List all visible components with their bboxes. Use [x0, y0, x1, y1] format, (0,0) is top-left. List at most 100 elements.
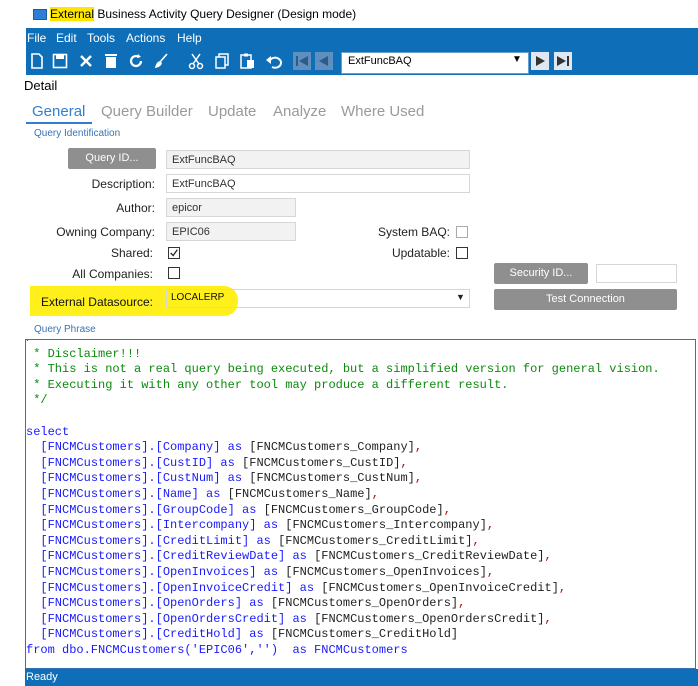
system-baq-label: System BAQ:	[377, 225, 450, 239]
window-title-highlight: External	[50, 7, 95, 21]
last-record-icon[interactable]	[554, 52, 572, 70]
tab-update[interactable]: Update	[208, 103, 256, 120]
code-line: [FNCMCustomers].[CreditHold] as [FNCMCus…	[26, 627, 458, 641]
code-column: [FNCMCustomers].[CreditHold]	[40, 627, 243, 642]
code-column: [FNCMCustomers].[Intercompany]	[40, 518, 257, 533]
code-keyword: as	[242, 596, 271, 611]
window-title: External Business Activity Query Designe…	[50, 7, 356, 21]
code-comma: ,	[486, 564, 495, 579]
code-line: [FNCMCustomers].[CreditReviewDate] as [F…	[26, 549, 551, 564]
external-datasource-label: External Datasource:	[40, 295, 153, 309]
app-icon	[33, 9, 47, 20]
first-record-icon[interactable]	[293, 52, 311, 70]
query-id-button[interactable]: Query ID...	[68, 148, 156, 169]
updatable-checkbox[interactable]	[456, 247, 468, 259]
security-id-button[interactable]: Security ID...	[494, 263, 588, 284]
menu-edit[interactable]: Edit	[56, 31, 77, 45]
code-alias: [FNCMCustomers_GroupCode]	[263, 502, 444, 517]
query-phrase-editor[interactable]: /* * Disclaimer!!! * This is not a real …	[25, 339, 696, 669]
description-field[interactable]: ExtFuncBAQ	[166, 174, 470, 193]
code-line: [FNCMCustomers].[CustID] as [FNCMCustome…	[26, 455, 408, 470]
clear-icon[interactable]	[102, 52, 120, 70]
panel-title: Detail	[24, 78, 58, 93]
code-comma: ,	[486, 518, 495, 533]
code-alias: [FNCMCustomers_OpenOrders]	[270, 596, 459, 611]
new-icon[interactable]	[28, 52, 46, 70]
code-column: [FNCMCustomers].[Company]	[40, 440, 221, 455]
paste-icon[interactable]	[238, 52, 256, 70]
code-keyword: as	[213, 455, 243, 470]
menu-tools[interactable]: Tools	[87, 31, 115, 45]
owning-company-label: Owning Company:	[56, 225, 155, 239]
section-query-phrase: Query Phrase	[34, 324, 96, 335]
menu-actions[interactable]: Actions	[126, 31, 165, 45]
code-column: [FNCMCustomers].[OpenInvoices]	[40, 564, 257, 579]
code-line: [FNCMCustomers].[Name] as [FNCMCustomers…	[26, 486, 379, 501]
code-alias: [FNCMCustomers_CreditReviewDate]	[314, 549, 545, 564]
code-comma: ,	[472, 533, 480, 548]
code-comment: * This is not a real query being execute…	[26, 362, 660, 377]
refresh-icon[interactable]	[127, 52, 145, 70]
record-navigator-value: ExtFuncBAQ	[348, 55, 412, 67]
active-tab-indicator	[26, 122, 92, 124]
code-column: [FNCMCustomers].[CustID]	[40, 455, 214, 470]
code-comma: ,	[371, 486, 379, 501]
code-alias: [FNCMCustomers_CreditLimit]	[278, 533, 473, 548]
author-label: Author:	[116, 201, 155, 215]
external-datasource-value: LOCALERP	[171, 292, 225, 303]
author-field: epicor	[166, 198, 296, 217]
test-connection-button[interactable]: Test Connection	[494, 289, 677, 310]
code-comma: ,	[458, 596, 466, 611]
previous-record-icon[interactable]	[315, 52, 333, 70]
query-id-field[interactable]: ExtFuncBAQ	[166, 150, 470, 169]
code-comma: ,	[400, 455, 408, 470]
code-keyword: as	[285, 549, 315, 564]
code-alias: [FNCMCustomers_CustID]	[242, 455, 401, 470]
code-line: [FNCMCustomers].[Company] as [FNCMCustom…	[26, 440, 422, 454]
code-alias: [FNCMCustomers_OpenInvoices]	[285, 564, 487, 579]
cut-icon[interactable]	[187, 52, 205, 70]
code-keyword: as	[285, 611, 315, 626]
copy-icon[interactable]	[213, 52, 231, 70]
code-comment: * Executing it with any other tool may p…	[26, 377, 509, 392]
query-code: /* * Disclaimer!!! * This is not a real …	[26, 340, 660, 658]
code-alias: [FNCMCustomers_Name]	[227, 486, 372, 501]
next-record-icon[interactable]	[531, 52, 549, 70]
code-alias: [FNCMCustomers_CustNum]	[249, 471, 415, 486]
code-line: [FNCMCustomers].[CreditLimit] as [FNCMCu…	[26, 533, 480, 548]
code-line: [FNCMCustomers].[OpenOrdersCredit] as [F…	[26, 611, 552, 626]
menu-file[interactable]: File	[27, 31, 46, 45]
code-keyword: as	[220, 471, 250, 486]
code-keyword: as	[234, 502, 264, 517]
code-line: [FNCMCustomers].[OpenOrders] as [FNCMCus…	[26, 596, 465, 610]
brush-icon[interactable]	[153, 52, 171, 70]
code-keyword: as	[242, 627, 271, 642]
code-column: [FNCMCustomers].[Name]	[40, 486, 199, 501]
chevron-down-icon[interactable]: ▼	[512, 54, 522, 65]
checkmark-icon	[170, 249, 178, 257]
menu-help[interactable]: Help	[177, 31, 202, 45]
save-icon[interactable]	[51, 52, 69, 70]
delete-icon[interactable]	[77, 52, 95, 70]
chevron-down-icon[interactable]: ▼	[456, 292, 465, 302]
code-comma: ,	[544, 611, 552, 626]
all-companies-label: All Companies:	[72, 267, 153, 281]
tab-analyze[interactable]: Analyze	[273, 103, 326, 120]
tab-where-used[interactable]: Where Used	[341, 103, 424, 120]
shared-label: Shared:	[110, 246, 153, 260]
tab-general[interactable]: General	[32, 103, 85, 120]
code-keyword: select	[26, 424, 70, 439]
owning-company-field: EPIC06	[166, 222, 296, 241]
code-from-alias: as FNCMCustomers	[292, 642, 408, 657]
undo-icon[interactable]	[265, 52, 283, 70]
code-line: [FNCMCustomers].[CustNum] as [FNCMCustom…	[26, 471, 422, 485]
security-id-field[interactable]	[596, 264, 677, 283]
code-alias: [FNCMCustomers_Intercompany]	[285, 518, 487, 533]
code-alias: [FNCMCustomers_CreditHold]	[270, 627, 459, 642]
tab-query-builder[interactable]: Query Builder	[101, 103, 193, 120]
shared-checkbox[interactable]	[168, 247, 180, 259]
code-keyword: as	[256, 564, 286, 579]
all-companies-checkbox[interactable]	[168, 267, 180, 279]
code-line: [FNCMCustomers].[GroupCode] as [FNCMCust…	[26, 502, 450, 517]
system-baq-checkbox[interactable]	[456, 226, 468, 238]
